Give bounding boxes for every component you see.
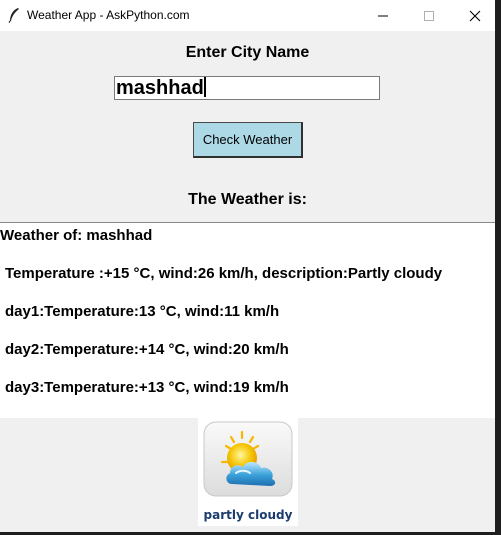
weather-result-panel: Weather of: mashhad Temperature :+15 °C,… [0,222,495,418]
app-window: Weather App - AskPython.com Enter City N… [0,0,495,532]
text-caret [203,77,206,97]
city-input-value: mashhad [116,77,204,99]
window-title: Weather App - AskPython.com [27,8,190,22]
close-button[interactable] [452,0,495,31]
result-line-current: Temperature :+15 °C, wind:26 km/h, descr… [5,265,443,282]
weather-image-caption: partly cloudy [204,508,293,522]
partly-cloudy-icon: partly cloudy [203,421,293,522]
enter-city-label: Enter City Name [185,44,310,61]
check-weather-button[interactable]: Check Weather [193,122,303,158]
weather-image: partly cloudy [198,418,298,526]
result-line-day1: day1:Temperature:13 °C, wind:11 km/h [5,303,280,320]
result-line-day3: day3:Temperature:+13 °C, wind:19 km/h [5,379,289,396]
minimize-icon [378,15,388,16]
title-bar[interactable]: Weather App - AskPython.com [0,0,495,31]
city-input[interactable]: mashhad [114,76,380,100]
feather-icon [8,8,19,23]
maximize-button[interactable] [406,0,452,31]
result-line-city: Weather of: mashhad [0,227,153,244]
maximize-icon [424,10,434,21]
background-edge [495,0,501,535]
result-line-day2: day2:Temperature:+14 °C, wind:20 km/h [5,341,289,358]
minimize-button[interactable] [360,0,406,31]
weather-result-heading: The Weather is: [188,191,307,208]
close-icon [469,10,481,21]
